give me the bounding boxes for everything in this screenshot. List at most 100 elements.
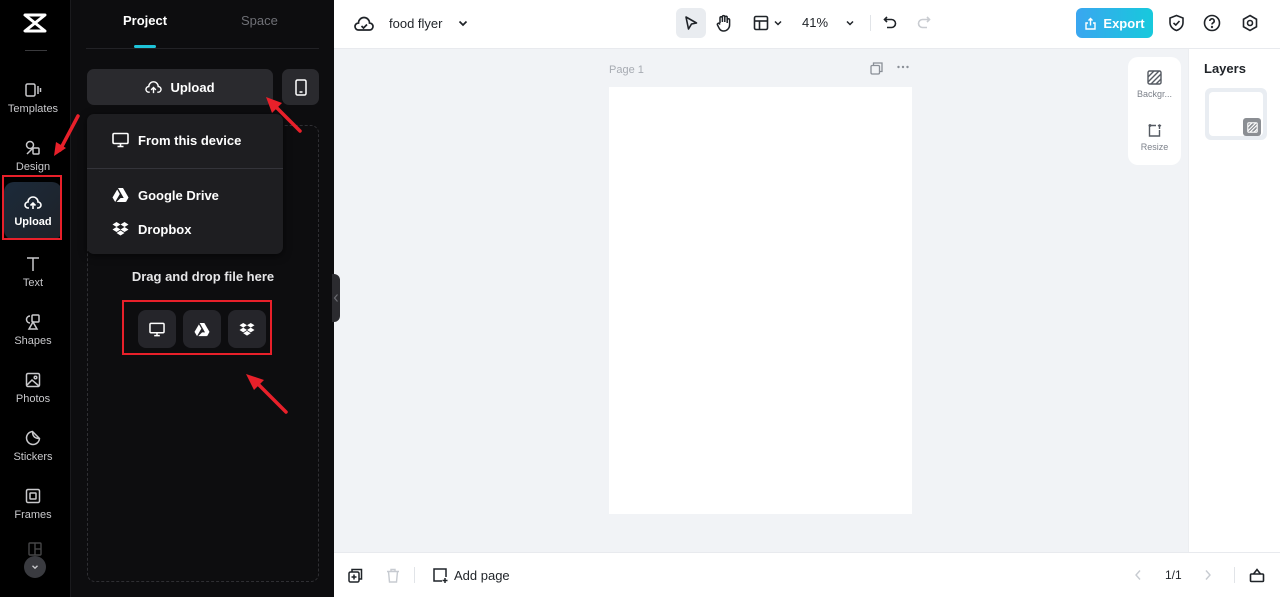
export-button-label: Export <box>1103 15 1145 31</box>
chevron-right-icon <box>1205 570 1211 580</box>
select-tool-button[interactable] <box>676 8 706 38</box>
rail-item-shapes[interactable]: Shapes <box>4 302 62 358</box>
rail-item-label: Photos <box>15 393 51 405</box>
previous-page-button[interactable] <box>1132 568 1144 582</box>
hand-icon <box>716 14 731 32</box>
rail-item-upload[interactable]: Upload <box>4 182 62 240</box>
rail-item-design[interactable]: Design <box>4 128 62 184</box>
upload-from-dropbox-button[interactable] <box>228 310 266 348</box>
rail-item-label: Templates <box>7 103 59 115</box>
upload-button-label: Upload <box>170 79 215 95</box>
eject-icon <box>1249 568 1265 583</box>
top-toolbar: food flyer 41% Export <box>334 0 1280 49</box>
shield-check-icon <box>1168 14 1184 32</box>
stickers-icon <box>25 430 41 446</box>
shapes-icon <box>25 314 40 330</box>
menu-item-label: From this device <box>138 132 242 148</box>
help-icon <box>1203 14 1221 32</box>
add-page-icon <box>433 568 448 583</box>
menu-item-google-drive[interactable]: Google Drive <box>87 178 283 212</box>
text-icon <box>27 257 39 271</box>
cloud-check-icon <box>354 16 374 31</box>
duplicate-page-bottom-button[interactable] <box>347 567 363 583</box>
rail-item-label: Stickers <box>13 451 53 463</box>
next-page-button[interactable] <box>1202 568 1214 582</box>
drag-and-drop-hint: Drag and drop file here <box>131 269 275 284</box>
hand-tool-button[interactable] <box>714 13 734 33</box>
settings-button[interactable] <box>1240 13 1260 33</box>
rail-item-text[interactable]: Text <box>4 244 62 300</box>
rail-item-label: Upload <box>14 216 52 228</box>
rail-item-frames[interactable]: Frames <box>4 476 62 532</box>
delete-page-button[interactable] <box>385 567 401 583</box>
chevron-down-icon <box>458 20 468 27</box>
layout-tool-button[interactable] <box>752 14 770 32</box>
zoom-level[interactable]: 41% <box>802 15 828 30</box>
page-tools-panel: Backgr... Resize <box>1128 57 1181 165</box>
rail-item-label: Frames <box>14 509 52 521</box>
background-button[interactable]: Backgr... <box>1128 70 1181 99</box>
page-label: Page 1 <box>609 64 644 76</box>
bottom-divider <box>1234 567 1235 583</box>
rail-item-stickers[interactable]: Stickers <box>4 418 62 474</box>
menu-item-label: Google Drive <box>138 187 219 203</box>
project-title[interactable]: food flyer <box>389 16 442 31</box>
tab-space[interactable]: Space <box>241 13 278 28</box>
menu-item-dropbox[interactable]: Dropbox <box>87 212 283 246</box>
trash-icon <box>387 568 399 583</box>
upload-from-google-drive-button[interactable] <box>183 310 221 348</box>
duplicate-page-button[interactable] <box>870 62 883 80</box>
upload-from-phone-button[interactable] <box>282 69 319 105</box>
add-page-label: Add page <box>454 567 510 583</box>
add-page-button[interactable]: Add page <box>432 567 510 583</box>
background-icon <box>1246 121 1258 133</box>
layout-dropdown-button[interactable] <box>772 17 784 29</box>
background-layer-badge <box>1243 118 1261 136</box>
capcut-logo-icon <box>23 13 47 33</box>
upload-button[interactable]: Upload <box>87 69 273 105</box>
page-panel-toggle-button[interactable] <box>1248 566 1266 584</box>
dropbox-icon <box>112 222 129 236</box>
rail-item-photos[interactable]: Photos <box>4 360 62 416</box>
undo-button[interactable] <box>881 14 899 32</box>
upload-source-menu: From this device Google Drive Dropbox <box>87 114 283 254</box>
help-button[interactable] <box>1202 13 1222 33</box>
toolbar-divider <box>870 15 871 31</box>
security-button[interactable] <box>1166 13 1186 33</box>
photos-icon <box>25 372 41 388</box>
menu-item-from-this-device[interactable]: From this device <box>87 123 283 157</box>
title-dropdown-button[interactable] <box>456 16 470 30</box>
panel-tabs: Project Space <box>86 0 319 49</box>
page-more-button[interactable] <box>896 60 910 77</box>
layout-icon <box>753 15 769 31</box>
cloud-sync-status[interactable] <box>354 14 374 34</box>
share-icon <box>1085 17 1097 30</box>
active-tab-indicator <box>134 45 156 48</box>
collapse-panel-handle[interactable] <box>332 274 340 322</box>
rail-item-templates[interactable]: Templates <box>4 70 62 126</box>
resize-button[interactable]: Resize <box>1128 123 1181 152</box>
zoom-dropdown-button[interactable] <box>844 17 856 29</box>
pointer-icon <box>685 16 698 30</box>
design-icon <box>25 140 40 155</box>
google-drive-icon <box>112 188 129 202</box>
rail-more-button[interactable] <box>24 556 46 578</box>
dropbox-icon <box>239 322 255 336</box>
layers-title: Layers <box>1204 61 1246 76</box>
upload-cloud-icon <box>145 80 163 93</box>
layer-item[interactable] <box>1205 88 1267 140</box>
chevron-down-icon <box>32 565 38 570</box>
monitor-icon <box>149 322 165 336</box>
export-button[interactable]: Export <box>1076 8 1153 38</box>
gear-icon <box>1242 14 1258 32</box>
templates-icon <box>25 83 42 97</box>
frames-icon <box>25 488 41 504</box>
upload-from-device-button[interactable] <box>138 310 176 348</box>
tab-project[interactable]: Project <box>123 13 167 28</box>
canvas-area: Page 1 <box>334 49 1188 552</box>
redo-button[interactable] <box>915 14 933 32</box>
redo-icon <box>917 16 931 29</box>
page-counter: 1/1 <box>1165 568 1182 582</box>
rail-item-label: Text <box>22 277 44 289</box>
design-page[interactable] <box>609 87 912 514</box>
